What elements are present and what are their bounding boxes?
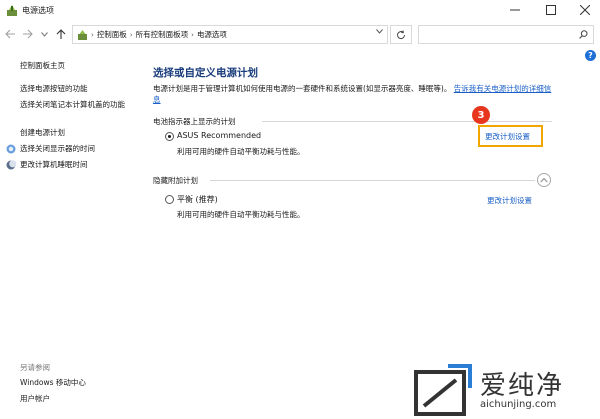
section-divider (210, 180, 535, 181)
chevron-right-icon: › (129, 30, 133, 39)
search-input[interactable] (418, 25, 594, 44)
lid-close-function-link[interactable]: 选择关闭笔记本计算机盖的功能 (20, 100, 140, 110)
breadcrumb-control-panel[interactable]: 控制面板 (97, 29, 127, 40)
arrow-right-icon (22, 29, 33, 39)
intro-description: 电源计划是用于管理计算机如何使用电源的一套硬件和系统设置(如显示器亮度、睡眠等)… (153, 84, 452, 93)
navigation-bar: › 控制面板 › 所有控制面板项 › 电源选项 (0, 22, 600, 48)
arrow-left-icon (4, 29, 15, 39)
chevron-up-icon (540, 177, 548, 183)
chevron-right-icon: › (191, 30, 194, 39)
balanced-plan-name[interactable]: 平衡 (推荐) (177, 194, 218, 205)
chevron-right-icon: › (91, 30, 94, 39)
watermark-logo-icon (414, 364, 472, 416)
breadcrumb-power-options[interactable]: 电源选项 (197, 29, 227, 40)
sleep-time-link[interactable]: 更改计算机睡眠时间 (20, 160, 88, 170)
control-panel-home-link[interactable]: 控制面板主页 (20, 61, 65, 71)
power-button-function-link[interactable]: 选择电源按钮的功能 (20, 84, 88, 94)
watermark-url: aichunjing.com (480, 399, 557, 410)
power-options-icon (7, 5, 17, 16)
address-bar[interactable]: › 控制面板 › 所有控制面板项 › 电源选项 (72, 25, 388, 44)
balanced-change-plan-settings-link[interactable]: 更改计划设置 (487, 195, 532, 206)
section-divider (262, 121, 552, 122)
watermark-text: 爱纯净 (480, 371, 565, 401)
watermark: 爱纯净 aichunjing.com (412, 364, 600, 419)
refresh-button[interactable] (390, 25, 412, 44)
breadcrumb: › 控制面板 › 所有控制面板项 › 电源选项 (91, 29, 227, 40)
maximize-icon (546, 5, 556, 15)
asus-recommended-radio[interactable] (165, 132, 174, 141)
create-power-plan-link[interactable]: 创建电源计划 (20, 128, 65, 138)
asus-recommended-plan-desc: 利用可用的硬件自动平衡功耗与性能。 (177, 147, 305, 156)
arrow-up-icon (56, 28, 66, 39)
user-accounts-link[interactable]: 用户帐户 (20, 394, 50, 404)
up-button[interactable] (55, 28, 67, 40)
help-icon[interactable]: ? (585, 50, 596, 61)
balanced-radio[interactable] (165, 195, 174, 204)
sleep-moon-icon (6, 160, 16, 170)
breadcrumb-all-items[interactable]: 所有控制面板项 (136, 29, 189, 40)
see-also-heading: 另请参阅 (20, 363, 50, 372)
collapse-hidden-plans-button[interactable] (537, 173, 551, 187)
asus-recommended-plan-name[interactable]: ASUS Recommended (177, 131, 261, 140)
chevron-down-icon (40, 31, 48, 37)
mobility-center-link[interactable]: Windows 移动中心 (20, 378, 86, 388)
chevron-down-icon (376, 29, 383, 34)
window-title: 电源选项 (22, 6, 54, 15)
display-off-time-link[interactable]: 选择关闭显示器的时间 (20, 144, 95, 154)
refresh-icon (397, 29, 406, 39)
asus-change-plan-settings-link[interactable]: 更改计划设置 (485, 131, 530, 142)
search-icon (579, 30, 588, 39)
maximize-button[interactable] (536, 0, 566, 20)
step-badge: 3 (472, 106, 490, 124)
back-button[interactable] (4, 28, 16, 40)
intro-text: 电源计划是用于管理计算机如何使用电源的一套硬件和系统设置(如显示器亮度、睡眠等)… (153, 83, 558, 105)
battery-plans-heading: 电池指示器上显示的计划 (153, 117, 236, 126)
page-title: 选择或自定义电源计划 (153, 67, 258, 79)
recent-locations-button[interactable] (38, 28, 50, 40)
close-icon (580, 5, 590, 15)
minimize-button[interactable] (500, 0, 530, 20)
hidden-plans-heading: 隐藏附加计划 (153, 176, 198, 185)
address-dropdown-button[interactable] (376, 28, 383, 36)
close-button[interactable] (570, 0, 600, 20)
display-settings-icon (6, 144, 16, 154)
minimize-icon (510, 9, 520, 11)
control-panel-icon (78, 30, 87, 40)
balanced-plan-desc: 利用可用的硬件自动平衡功耗与性能。 (177, 210, 305, 219)
forward-button[interactable] (21, 28, 33, 40)
title-bar: 电源选项 (0, 0, 600, 22)
